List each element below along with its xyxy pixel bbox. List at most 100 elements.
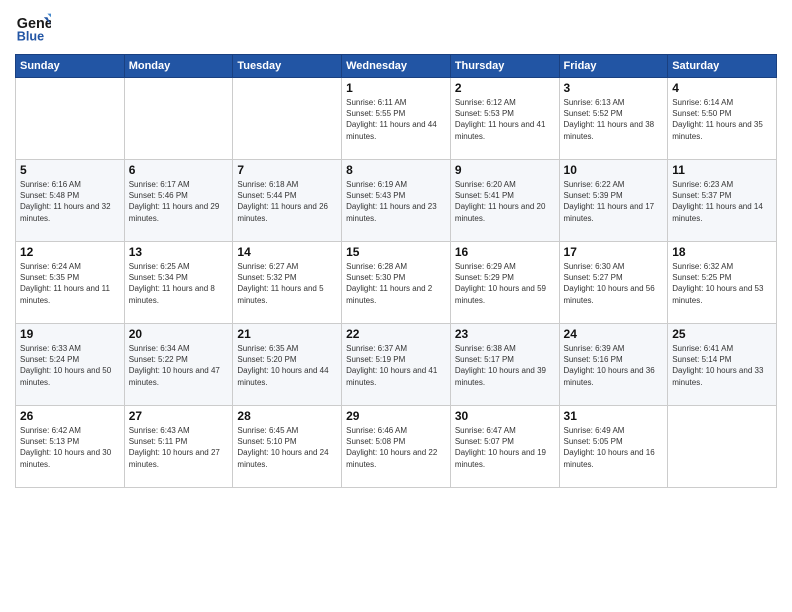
day-number: 8 [346,163,446,177]
day-cell: 4 Sunrise: 6:14 AM Sunset: 5:50 PM Daylig… [668,78,777,160]
day-info: Sunrise: 6:14 AM Sunset: 5:50 PM Dayligh… [672,97,772,142]
day-cell: 16 Sunrise: 6:29 AM Sunset: 5:29 PM Dayli… [450,242,559,324]
day-info: Sunrise: 6:30 AM Sunset: 5:27 PM Dayligh… [564,261,664,306]
day-cell: 5Sunrise: 6:16 AM Sunset: 5:48 PM Daylig… [16,160,125,242]
day-number: 19 [20,327,120,341]
day-info: Sunrise: 6:41 AM Sunset: 5:14 PM Dayligh… [672,343,772,388]
calendar-table: SundayMondayTuesdayWednesdayThursdayFrid… [15,54,777,488]
day-info: Sunrise: 6:38 AM Sunset: 5:17 PM Dayligh… [455,343,555,388]
col-header-thursday: Thursday [450,55,559,78]
day-cell [124,78,233,160]
col-header-monday: Monday [124,55,233,78]
logo-icon: General Blue [15,10,51,46]
page: General Blue SundayMondayTuesdayWednesda… [0,0,792,612]
header: General Blue [15,10,777,46]
day-number: 24 [564,327,664,341]
day-number: 15 [346,245,446,259]
day-cell: 26 Sunrise: 6:42 AM Sunset: 5:13 PM Dayli… [16,406,125,488]
header-row: SundayMondayTuesdayWednesdayThursdayFrid… [16,55,777,78]
day-number: 9 [455,163,555,177]
day-cell: 31Sunrise: 6:49 AM Sunset: 5:05 PM Dayli… [559,406,668,488]
day-number: 7 [237,163,337,177]
day-number: 27 [129,409,229,423]
day-cell: 13 Sunrise: 6:25 AM Sunset: 5:34 PM Dayli… [124,242,233,324]
col-header-saturday: Saturday [668,55,777,78]
day-info: Sunrise: 6:23 AM Sunset: 5:37 PM Dayligh… [672,179,772,224]
day-cell: 21 Sunrise: 6:35 AM Sunset: 5:20 PM Dayli… [233,324,342,406]
day-info: Sunrise: 6:18 AM Sunset: 5:44 PM Dayligh… [237,179,337,224]
day-info: Sunrise: 6:17 AM Sunset: 5:46 PM Dayligh… [129,179,229,224]
week-row-4: 19 Sunrise: 6:33 AM Sunset: 5:24 PM Dayli… [16,324,777,406]
day-info: Sunrise: 6:27 AM Sunset: 5:32 PM Dayligh… [237,261,337,306]
day-cell: 25 Sunrise: 6:41 AM Sunset: 5:14 PM Dayli… [668,324,777,406]
day-cell [668,406,777,488]
day-info: Sunrise: 6:20 AM Sunset: 5:41 PM Dayligh… [455,179,555,224]
day-number: 29 [346,409,446,423]
day-info: Sunrise: 6:11 AM Sunset: 5:55 PM Dayligh… [346,97,446,142]
day-cell: 1 Sunrise: 6:11 AM Sunset: 5:55 PM Daylig… [342,78,451,160]
day-number: 20 [129,327,229,341]
col-header-friday: Friday [559,55,668,78]
day-info: Sunrise: 6:22 AM Sunset: 5:39 PM Dayligh… [564,179,664,224]
day-info: Sunrise: 6:24 AM Sunset: 5:35 PM Dayligh… [20,261,120,306]
week-row-1: 1 Sunrise: 6:11 AM Sunset: 5:55 PM Daylig… [16,78,777,160]
day-info: Sunrise: 6:35 AM Sunset: 5:20 PM Dayligh… [237,343,337,388]
day-number: 1 [346,81,446,95]
day-cell: 17 Sunrise: 6:30 AM Sunset: 5:27 PM Dayli… [559,242,668,324]
day-number: 26 [20,409,120,423]
day-cell: 27 Sunrise: 6:43 AM Sunset: 5:11 PM Dayli… [124,406,233,488]
day-cell: 24 Sunrise: 6:39 AM Sunset: 5:16 PM Dayli… [559,324,668,406]
day-number: 23 [455,327,555,341]
day-number: 13 [129,245,229,259]
day-info: Sunrise: 6:25 AM Sunset: 5:34 PM Dayligh… [129,261,229,306]
day-info: Sunrise: 6:29 AM Sunset: 5:29 PM Dayligh… [455,261,555,306]
day-number: 25 [672,327,772,341]
day-info: Sunrise: 6:28 AM Sunset: 5:30 PM Dayligh… [346,261,446,306]
day-cell [16,78,125,160]
day-number: 28 [237,409,337,423]
day-cell: 2 Sunrise: 6:12 AM Sunset: 5:53 PM Daylig… [450,78,559,160]
week-row-2: 5Sunrise: 6:16 AM Sunset: 5:48 PM Daylig… [16,160,777,242]
day-cell: 8 Sunrise: 6:19 AM Sunset: 5:43 PM Daylig… [342,160,451,242]
day-cell: 30 Sunrise: 6:47 AM Sunset: 5:07 PM Dayli… [450,406,559,488]
day-number: 30 [455,409,555,423]
day-cell: 18 Sunrise: 6:32 AM Sunset: 5:25 PM Dayli… [668,242,777,324]
col-header-sunday: Sunday [16,55,125,78]
day-info: Sunrise: 6:19 AM Sunset: 5:43 PM Dayligh… [346,179,446,224]
week-row-5: 26 Sunrise: 6:42 AM Sunset: 5:13 PM Dayli… [16,406,777,488]
day-number: 21 [237,327,337,341]
day-number: 16 [455,245,555,259]
day-info: Sunrise: 6:43 AM Sunset: 5:11 PM Dayligh… [129,425,229,470]
day-number: 6 [129,163,229,177]
day-cell: 11Sunrise: 6:23 AM Sunset: 5:37 PM Dayli… [668,160,777,242]
day-number: 3 [564,81,664,95]
day-info: Sunrise: 6:42 AM Sunset: 5:13 PM Dayligh… [20,425,120,470]
day-number: 2 [455,81,555,95]
day-cell: 29Sunrise: 6:46 AM Sunset: 5:08 PM Dayli… [342,406,451,488]
day-info: Sunrise: 6:33 AM Sunset: 5:24 PM Dayligh… [20,343,120,388]
day-number: 17 [564,245,664,259]
day-number: 14 [237,245,337,259]
day-cell [233,78,342,160]
day-cell: 22Sunrise: 6:37 AM Sunset: 5:19 PM Dayli… [342,324,451,406]
day-cell: 19 Sunrise: 6:33 AM Sunset: 5:24 PM Dayli… [16,324,125,406]
day-cell: 14 Sunrise: 6:27 AM Sunset: 5:32 PM Dayli… [233,242,342,324]
day-info: Sunrise: 6:49 AM Sunset: 5:05 PM Dayligh… [564,425,664,470]
day-info: Sunrise: 6:34 AM Sunset: 5:22 PM Dayligh… [129,343,229,388]
day-number: 12 [20,245,120,259]
col-header-wednesday: Wednesday [342,55,451,78]
day-cell: 9 Sunrise: 6:20 AM Sunset: 5:41 PM Daylig… [450,160,559,242]
day-number: 10 [564,163,664,177]
day-cell: 23 Sunrise: 6:38 AM Sunset: 5:17 PM Dayli… [450,324,559,406]
day-info: Sunrise: 6:12 AM Sunset: 5:53 PM Dayligh… [455,97,555,142]
day-info: Sunrise: 6:39 AM Sunset: 5:16 PM Dayligh… [564,343,664,388]
day-cell: 15 Sunrise: 6:28 AM Sunset: 5:30 PM Dayli… [342,242,451,324]
day-info: Sunrise: 6:16 AM Sunset: 5:48 PM Dayligh… [20,179,120,224]
day-info: Sunrise: 6:47 AM Sunset: 5:07 PM Dayligh… [455,425,555,470]
day-cell: 7 Sunrise: 6:18 AM Sunset: 5:44 PM Daylig… [233,160,342,242]
day-number: 18 [672,245,772,259]
logo: General Blue [15,10,55,46]
day-info: Sunrise: 6:32 AM Sunset: 5:25 PM Dayligh… [672,261,772,306]
svg-text:Blue: Blue [17,30,44,44]
day-number: 4 [672,81,772,95]
